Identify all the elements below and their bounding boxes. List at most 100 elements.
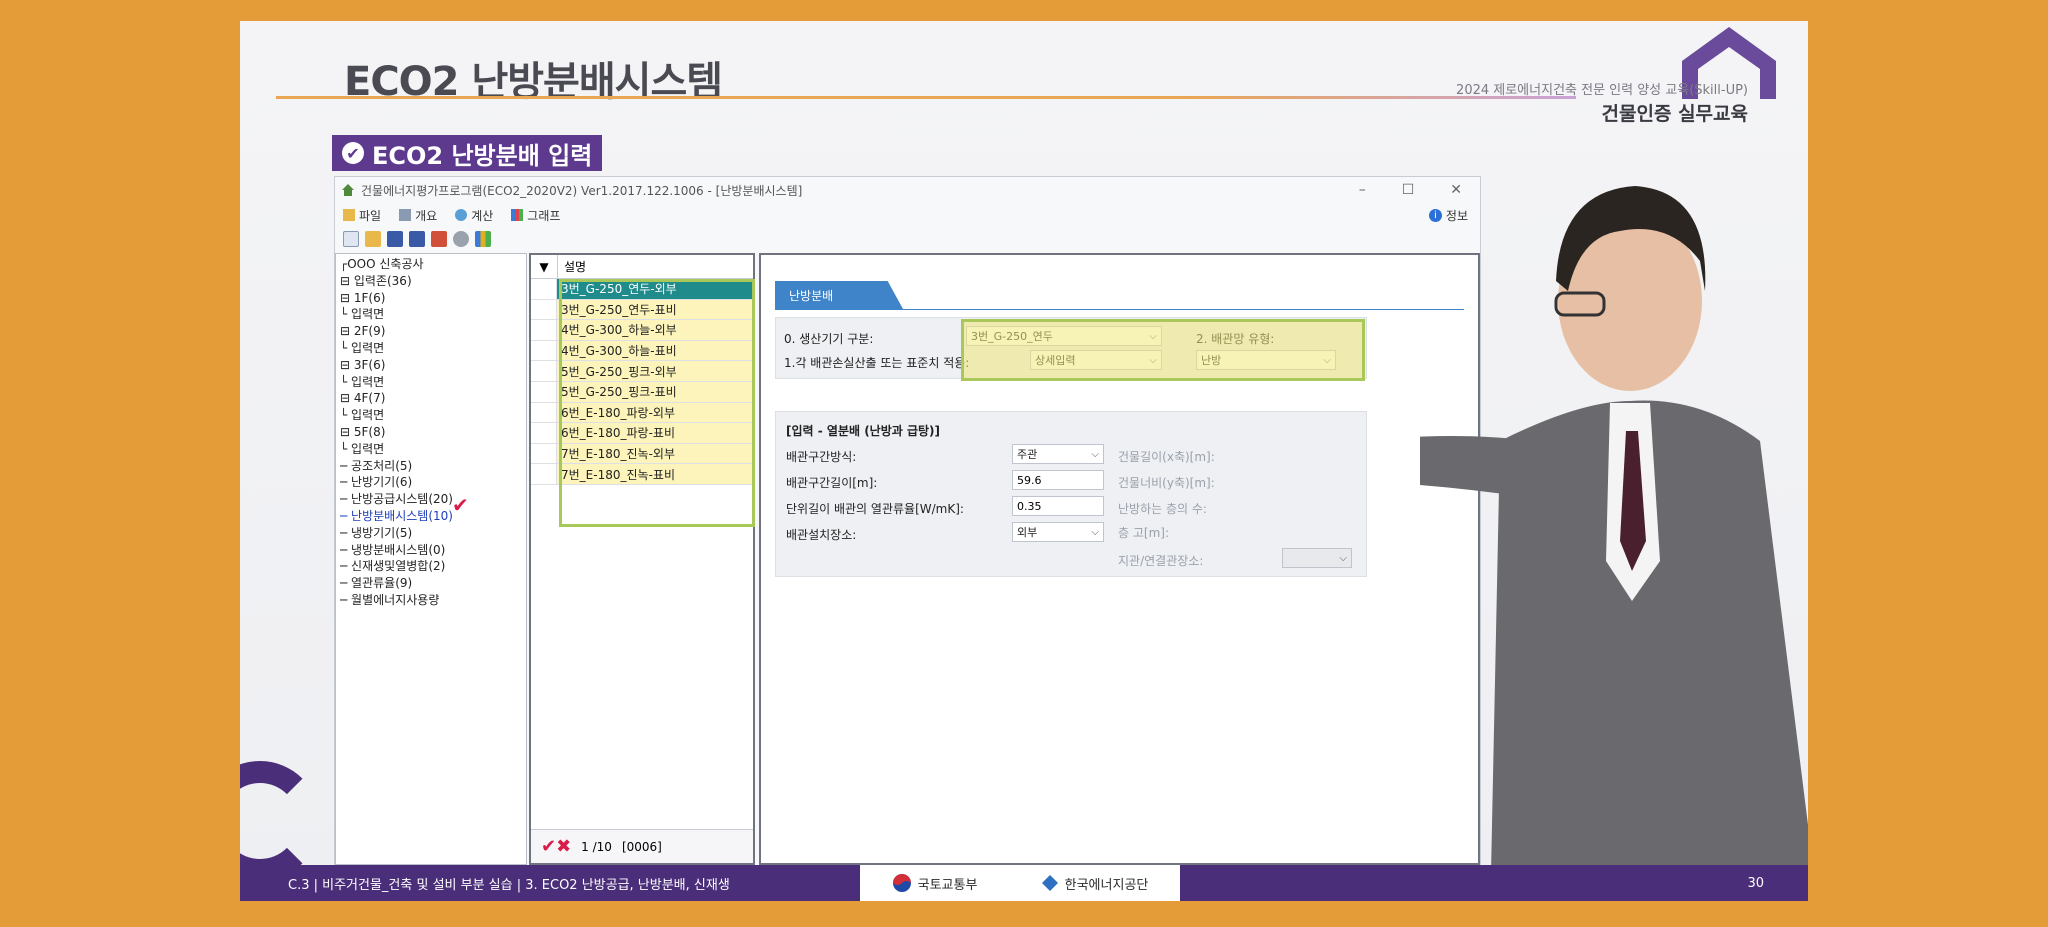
bar-chart-icon xyxy=(511,209,524,221)
list-item[interactable]: 7번_E-180_진녹-표비 xyxy=(531,464,753,485)
pipe-method-label: 배관구간방식: xyxy=(786,450,857,464)
list-item[interactable]: 5번_G-250_핑크-외부 xyxy=(531,361,753,382)
tree-item[interactable]: └ 입력면 xyxy=(340,340,522,357)
new-file-icon[interactable] xyxy=(343,231,359,247)
sort-arrow-icon[interactable]: ▼ xyxy=(531,260,557,274)
list-column-header[interactable]: 설명 xyxy=(557,255,586,278)
list-item[interactable]: 7번_E-180_진녹-외부 xyxy=(531,443,753,465)
title-divider xyxy=(276,96,1576,99)
course-subtitle: 2024 제로에너지건축 전문 인력 양성 교육(Skill-UP) xyxy=(1456,83,1748,98)
tree-item[interactable]: ─ 냉방기기(5) xyxy=(340,525,522,542)
tree-item[interactable]: ─ 난방공급시스템(20) xyxy=(340,491,522,508)
molit-logo: 국토교통부 xyxy=(892,873,978,893)
pipe-method-select[interactable]: 주관 ⌵ xyxy=(1012,444,1104,464)
source-label: 0. 생산기기 구분: xyxy=(784,332,874,346)
presenter-figure xyxy=(1420,186,1808,901)
open-folder-icon[interactable] xyxy=(365,231,381,247)
eco2-app-window: 건물에너지평가프로그램(ECO2_2020V2) Ver1.2017.122.1… xyxy=(334,176,1481,866)
menu-overview-label: 개요 xyxy=(415,208,438,223)
tree-item[interactable]: ⊟ 1F(6) xyxy=(340,290,522,307)
list-item[interactable]: 6번_E-180_파랑-외부 xyxy=(531,402,753,424)
list-item[interactable]: 3번_G-250_연두-외부 xyxy=(531,279,753,300)
molit-logo-label: 국토교통부 xyxy=(917,877,978,893)
tree-item[interactable]: ⊟ 입력존(36) xyxy=(340,273,522,290)
kea-logo-label: 한국에너지공단 xyxy=(1064,877,1149,893)
list-item-label: 6번_E-180_파랑-표비 xyxy=(557,423,753,443)
network-type-label: 2. 배관망 유형: xyxy=(1196,332,1275,346)
kea-emblem-icon xyxy=(1041,875,1058,891)
pipe-length-input[interactable]: 59.6 xyxy=(1012,470,1104,490)
list-item[interactable]: 6번_E-180_파랑-표비 xyxy=(531,423,753,444)
loss-calc-value: 상세입력 xyxy=(1035,354,1076,367)
tree-item[interactable]: ─ 냉방분배시스템(0) xyxy=(340,542,522,559)
list-item-label: 3번_G-250_연두-표비 xyxy=(557,299,753,320)
chevron-down-icon: ⌵ xyxy=(1339,552,1347,564)
maximize-icon[interactable]: ☐ xyxy=(1402,182,1415,198)
section-badge-label: ECO2 난방분배 입력 xyxy=(372,141,593,170)
save-as-icon[interactable] xyxy=(409,231,425,247)
footer-text: C.3 | 비주거건물_건축 및 설비 부분 실습 | 3. ECO2 난방공급… xyxy=(288,877,730,893)
list-item-label: 7번_E-180_진녹-표비 xyxy=(557,464,753,484)
tree-item[interactable]: ⊟ 5F(8) xyxy=(340,424,522,441)
branch-location-select[interactable]: ⌵ xyxy=(1282,548,1352,568)
list-item[interactable]: 4번_G-300_하늘-표비 xyxy=(531,340,753,362)
tree-item[interactable]: ─ 신재생및열병합(2) xyxy=(340,558,522,575)
menu-calc[interactable]: 계산 xyxy=(455,207,493,224)
list-item-label: 4번_G-300_하늘-표비 xyxy=(557,340,753,361)
chevron-down-icon: ⌵ xyxy=(1149,354,1157,366)
heat-loss-label: 단위길이 배관의 열관류율[W/mK]: xyxy=(786,502,964,516)
settings-icon[interactable] xyxy=(453,231,469,247)
tab-heating-distribution[interactable]: 난방분배 xyxy=(775,281,903,309)
confirm-delete-icon[interactable]: ✔✖ xyxy=(541,836,571,857)
network-type-select[interactable]: 난방 ⌵ xyxy=(1196,350,1336,370)
list-item-label: 5번_G-250_핑크-표비 xyxy=(557,381,753,402)
tree-item[interactable]: ┌OOO 신축공사 xyxy=(340,256,522,273)
tree-item-selected[interactable]: ─ 난방분배시스템(10) xyxy=(340,508,522,525)
page-number: 30 xyxy=(1747,875,1764,891)
menu-graph[interactable]: 그래프 xyxy=(511,207,560,224)
tree-item[interactable]: ⊟ 4F(7) xyxy=(340,390,522,407)
group-title: [입력 - 열분배 (난방과 급탕)] xyxy=(786,424,941,438)
pipe-location-select[interactable]: 외부 ⌵ xyxy=(1012,522,1104,542)
save-icon[interactable] xyxy=(387,231,403,247)
distribution-input-group: [입력 - 열분배 (난방과 급탕)] 배관구간방식: 주관 ⌵ 배관구간길이[m… xyxy=(775,411,1367,577)
list-item-label: 7번_E-180_진녹-외부 xyxy=(557,443,753,464)
branch-location-label: 지관/연결관장소: xyxy=(1118,554,1204,568)
slide-footer: C.3 | 비주거건물_건축 및 설비 부분 실습 | 3. ECO2 난방공급… xyxy=(240,865,1808,901)
chevron-down-icon: ⌵ xyxy=(1091,448,1099,460)
app-house-icon xyxy=(342,184,354,196)
tree-item[interactable]: ─ 열관류율(9) xyxy=(340,575,522,592)
window-title: 건물에너지평가프로그램(ECO2_2020V2) Ver1.2017.122.1… xyxy=(361,183,803,198)
tree-item[interactable]: ⊟ 2F(9) xyxy=(340,323,522,340)
tree-item[interactable]: ─ 월별에너지사용량 xyxy=(340,592,522,609)
course-title: 건물인증 실무교육 xyxy=(1601,103,1748,125)
source-select[interactable]: 3번_G-250_연두 ⌵ xyxy=(966,326,1162,346)
minimize-icon[interactable]: – xyxy=(1359,182,1366,198)
toolbar xyxy=(335,227,1480,251)
tree-item[interactable]: └ 입력면 xyxy=(340,306,522,323)
tree-item[interactable]: └ 입력면 xyxy=(340,407,522,424)
menu-file[interactable]: 파일 xyxy=(343,207,381,224)
network-type-value: 난방 xyxy=(1201,354,1222,367)
loss-calc-label: 1.각 배관손실산출 또는 표준치 적용: xyxy=(784,356,970,370)
list-item[interactable]: 4번_G-300_하늘-외부 xyxy=(531,320,753,341)
tree-item[interactable]: ⊟ 3F(6) xyxy=(340,357,522,374)
molit-emblem-icon xyxy=(892,874,911,892)
section-badge: ✔ ECO2 난방분배 입력 xyxy=(332,135,603,171)
calc-icon xyxy=(455,209,468,221)
pager: 1 /10 xyxy=(581,839,612,854)
loss-calc-select[interactable]: 상세입력 ⌵ xyxy=(1030,350,1162,370)
tree-item[interactable]: └ 입력면 xyxy=(340,374,522,391)
home-icon[interactable] xyxy=(431,231,447,247)
list-item[interactable]: 5번_G-250_핑크-표비 xyxy=(531,381,753,403)
source-value: 3번_G-250_연두 xyxy=(971,330,1053,343)
list-item[interactable]: 3번_G-250_연두-표비 xyxy=(531,299,753,321)
tree-item[interactable]: ─ 난방기기(6) xyxy=(340,474,522,491)
tree-item[interactable]: ─ 공조처리(5) xyxy=(340,458,522,475)
decorative-letter-c xyxy=(240,761,320,881)
list-footer: ✔✖ 1 /10 [0006] xyxy=(531,829,753,863)
menu-overview[interactable]: 개요 xyxy=(399,207,437,224)
heat-loss-input[interactable]: 0.35 xyxy=(1012,496,1104,516)
chart-icon[interactable] xyxy=(475,231,491,247)
tree-item[interactable]: └ 입력면 xyxy=(340,441,522,458)
